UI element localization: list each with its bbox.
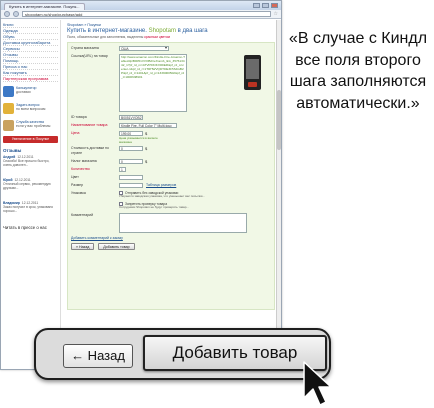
page-title-tail: в два шага [177,28,208,34]
shipping-row: Стоимость доставки по стране 0 $ [71,146,271,156]
reviews-heading[interactable]: Отзывы [3,148,58,153]
promo-icon [3,120,14,131]
packaging-row: Упаковка Отправить без заводской упаковк… [71,191,271,199]
minimize-icon[interactable] [253,3,260,8]
sidebar-promo[interactable]: Служба качества если у вас проблемы [3,120,58,133]
review-text: Отличный сервис, рекомендую друзьям... [3,182,51,190]
promo-text: если у вас проблемы [16,124,51,128]
promo-red-button[interactable]: Увеличение в Покупке [3,136,58,143]
product-url-field[interactable]: http://www.amazon.com/Kindle-Fire-Amazon… [119,54,187,112]
add-product-form: Страна магазина США Ссылка(URL) на товар… [67,42,275,310]
scrollbar-thumb[interactable] [277,90,281,150]
size-label: Размер [71,183,84,188]
shop-country-select[interactable]: США [119,46,169,51]
inspection-note: Сотрудники Shopotam не будут проверять т… [119,204,189,209]
sidebar-nav: Книги Одежда Обувь Доставка крупногабарита С… [3,22,58,82]
required-note-red: красным цветом [144,35,170,39]
product-name-label: Наименование товара [71,123,108,127]
price-row: Цена 199.00 $ Цена указывается в валюте … [71,131,271,144]
size-row: Размер Таблица размеров [71,183,271,189]
form-buttons: « Назад Добавить товар [71,242,271,250]
forward-arrow-icon[interactable] [13,11,19,17]
url-input[interactable]: shopotam.ru/shop/purchase/add [22,11,271,17]
shipping-currency: $ [145,146,148,152]
promo-text: по всем вопросам [16,107,46,111]
zoomed-buttons-panel: ← Назад Добавить товар [34,328,331,380]
page-title-accent: Shopotam [148,28,176,34]
reviews-list: Андрей 12.12.2011 Спасибо! Все пришло быст… [3,155,58,222]
price-label: Цена [71,131,80,135]
window-controls [253,3,278,8]
shop-country-label: Страна магазина [71,46,99,50]
back-button-small[interactable]: « Назад [71,242,95,250]
page-title: Купить в интернет-магазине. Shopotam в д… [67,28,275,34]
comment-row: Комментарий [71,212,271,233]
inspection-row: Запретить проверку товара Сотрудники Sho… [71,201,271,210]
shipping-label: Стоимость доставки по стране [71,146,109,156]
packaging-note: Убирается заводская упаковка, что уменьш… [119,194,205,199]
review-item: Владимир 12.12.2011 Заказ получил в срок, … [3,201,58,222]
size-field[interactable] [119,183,143,189]
product-id-label: ID товара [71,115,87,119]
product-name-field[interactable]: Kindle Fire, Full Color 7" Multi-touc [119,123,177,128]
comment-label: Комментарий [71,212,94,217]
quantity-row: Количество 1 [71,167,271,173]
product-url-row: Ссылка(URL) на товар http://www.amazon.c… [71,54,271,112]
price-hint: Цена указывается в валюте магазина [119,136,158,144]
sidebar-promos: Калькулятор доставки Задать вопрос по всем … [3,86,58,133]
browser-window: Купить в интернет-магазине. Покупк... sh… [0,0,282,370]
press-heading[interactable]: Читать в прессе о нас [3,225,58,230]
address-bar: shopotam.ru/shop/purchase/add ☆ [1,10,281,19]
close-icon[interactable] [271,3,278,8]
back-button[interactable]: ← Назад [63,344,133,368]
web-page: Книги Одежда Обувь Доставка крупногабарита С… [1,20,281,369]
tax-currency: $ [145,159,148,165]
title-bar: Купить в интернет-магазине. Покупк... [1,1,281,10]
promo-text: доставки [16,90,31,94]
add-product-button-small[interactable]: Добавить товар [98,242,135,250]
kindle-thumbnail [244,55,261,90]
sidebar-item[interactable]: Партнерская программа [3,76,58,82]
promo-icon [3,103,14,114]
review-item: Андрей 12.12.2011 Спасибо! Все пришло быст… [3,155,58,176]
color-field[interactable] [119,175,143,181]
color-row: Цвет [71,175,271,181]
packaging-label: Упаковка [71,191,86,196]
browser-tab[interactable]: Купить в интернет-магазине. Покупк... [4,3,85,10]
screenshot-root: Купить в интернет-магазине. Покупк... sh… [0,0,434,408]
required-note-text: Поля, обязательные для заполнения, выдел… [67,35,144,39]
promo-icon [3,86,14,97]
mouse-cursor-icon [303,361,332,406]
quantity-label: Количество [71,167,90,172]
sidebar-promo[interactable]: Калькулятор доставки [3,86,58,99]
size-table-link[interactable]: Таблица размеров [146,183,176,188]
shop-country-row: Страна магазина США [71,46,271,51]
product-id-field[interactable]: B0051VVOB2 [119,115,143,120]
tax-row: Налог магазина 0 $ [71,159,271,165]
color-label: Цвет [71,175,79,180]
shipping-field[interactable]: 0 [119,146,143,152]
breadcrumb[interactable]: Shopotam » Покупки [67,23,275,27]
tax-field[interactable]: 0 [119,159,143,165]
required-note: Поля, обязательные для заполнения, выдел… [67,35,275,39]
review-item: Юрий 12.12.2011 Отличный сервис, рекоменду… [3,178,58,199]
callout-caption: «В случае с Киндл все поля второго шага … [288,30,428,112]
maximize-icon[interactable] [262,3,269,8]
vertical-scrollbar[interactable] [276,20,281,369]
quantity-field[interactable]: 1 [119,167,126,173]
product-id-row: ID товара B0051VVOB2 [71,115,271,120]
back-arrow-icon[interactable] [4,11,10,17]
sidebar-promo[interactable]: Задать вопрос по всем вопросам [3,103,58,116]
tax-label: Налог магазина [71,159,97,164]
review-text: Спасибо! Все пришло быстро, очень доволе… [3,159,50,167]
product-url-label: Ссылка(URL) на товар [71,54,108,58]
bookmark-star-icon[interactable]: ☆ [274,11,278,17]
add-comment-link[interactable]: Добавить комментарий к заказу [71,236,271,240]
comment-textarea[interactable] [119,212,247,233]
review-text: Заказ получил в срок, упаковано хорошо..… [3,205,54,213]
sidebar: Книги Одежда Обувь Доставка крупногабарита С… [1,20,61,369]
page-title-text: Купить в интернет-магазине. [67,28,147,34]
product-name-row: Наименование товара Kindle Fire, Full Co… [71,123,271,128]
main-content: Shopotam » Покупки Купить в интернет-маг… [61,20,281,369]
